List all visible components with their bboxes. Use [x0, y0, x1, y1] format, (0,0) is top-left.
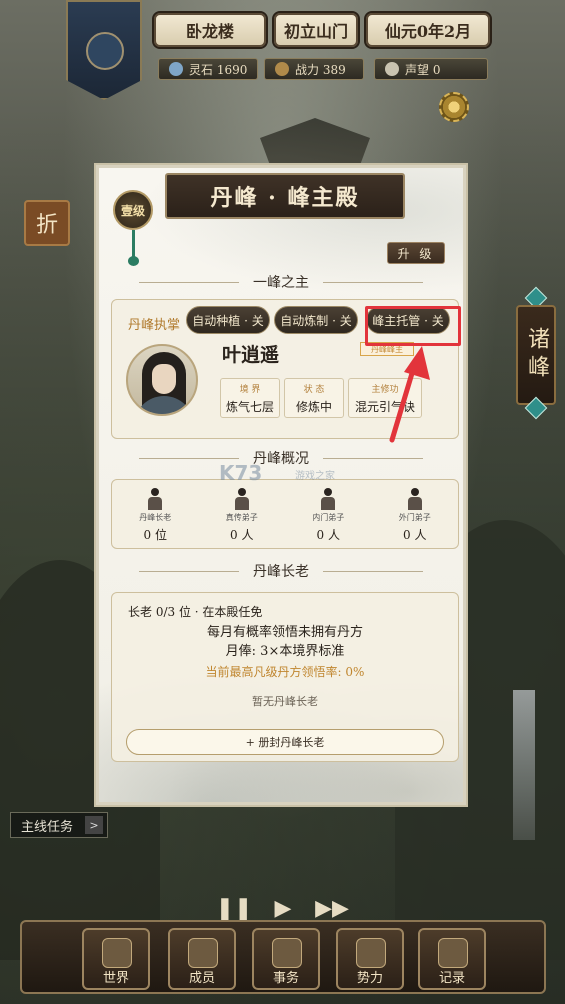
nav-world[interactable]: 世界 — [82, 928, 150, 990]
chevron-right-icon[interactable]: > — [85, 816, 103, 834]
nav-records[interactable]: 记录 — [418, 928, 486, 990]
leader-role-label: 丹峰执掌 — [128, 318, 181, 333]
overview-inner-disciples: 内门弟子 0 人 — [285, 480, 372, 548]
highlight-box — [365, 306, 461, 346]
spirit-stones-label: 灵石 1690 — [189, 62, 248, 77]
section-title-lord: 一峰之主 — [139, 272, 423, 292]
fast-forward-button[interactable]: ▶▶ — [312, 896, 352, 921]
overview-elders: 丹峰长老 0 位 — [112, 480, 199, 548]
section-title-overview: 丹峰概况 — [139, 448, 423, 468]
disciple-figure-icon — [319, 488, 337, 510]
elders-header: 长老 0/3 位 · 在本殿任免 — [128, 605, 263, 619]
stat-status: 状 态修炼中 — [284, 378, 344, 418]
sect-stage: 初立山门 — [274, 13, 358, 47]
sword-icon — [275, 62, 289, 76]
tassel-ornament — [128, 230, 139, 266]
peaks-button[interactable]: 诸峰 — [516, 305, 556, 405]
temple-roof — [260, 118, 370, 168]
stat-realm: 境 界炼气七层 — [220, 378, 280, 418]
sect-name: 卧龙楼 — [154, 13, 266, 47]
elders-desc-2: 月俸: 3×本境界标准 — [225, 644, 345, 659]
prestige-label: 声望 0 — [405, 62, 441, 77]
stat-technique: 主修功 混元引气诀 — [348, 378, 422, 418]
rank-badge: 壹级 — [113, 190, 153, 230]
prestige-counter: 声望 0 — [374, 58, 488, 80]
nav-affairs[interactable]: 事务 — [252, 928, 320, 990]
prestige-icon — [385, 62, 399, 76]
banner-icon — [356, 938, 386, 968]
settings-gear-icon[interactable] — [439, 92, 469, 122]
spirit-stone-icon — [169, 62, 183, 76]
peak-hall-dialog: 丹峰 · 峰主殿 壹级 升 级 一峰之主 丹峰执掌 自动种植 · 关 自动炼制 … — [96, 165, 466, 805]
pause-button[interactable]: ❚❚ — [216, 896, 253, 921]
overview-panel: 丹峰长老 0 位 真传弟子 0 人 内门弟子 0 人 外门弟子 0 人 — [111, 479, 459, 549]
main-quest-label: 主线任务 — [21, 819, 74, 835]
dialog-title: 丹峰 · 峰主殿 — [165, 173, 405, 219]
elders-rate: 当前最高凡级丹方领悟率: 0% — [205, 665, 365, 679]
elders-panel: 长老 0/3 位 · 在本殿任免 每月有概率领悟未拥有丹方 月俸: 3×本境界标… — [111, 592, 459, 762]
auto-refine-toggle[interactable]: 自动炼制 · 关 — [274, 306, 358, 334]
combat-power-label: 战力 389 — [295, 62, 346, 77]
scroll-icon — [272, 938, 302, 968]
nav-factions[interactable]: 势力 — [336, 928, 404, 990]
world-icon — [102, 938, 132, 968]
game-date: 仙元0年2月 — [366, 13, 490, 47]
section-title-elders: 丹峰长老 — [139, 561, 423, 581]
watermark-text: 游戏之家 — [295, 471, 335, 482]
elder-figure-icon — [146, 488, 164, 510]
play-button[interactable]: ▶ — [268, 896, 298, 921]
leader-avatar[interactable] — [126, 344, 198, 416]
book-icon — [438, 938, 468, 968]
spirit-stones-counter: 灵石 1690 — [158, 58, 258, 80]
disciple-figure-icon — [233, 488, 251, 510]
waterfall — [513, 690, 535, 840]
auto-plant-toggle[interactable]: 自动种植 · 关 — [186, 306, 270, 334]
appoint-elder-button[interactable]: + 册封丹峰长老 — [126, 729, 444, 755]
sect-banner[interactable] — [66, 0, 142, 100]
elders-empty: 暂无丹峰长老 — [252, 695, 318, 708]
upgrade-button[interactable]: 升 级 — [387, 242, 445, 264]
disciple-figure-icon — [406, 488, 424, 510]
members-icon — [188, 938, 218, 968]
combat-power-counter: 战力 389 — [264, 58, 364, 80]
overview-core-disciples: 真传弟子 0 人 — [199, 480, 286, 548]
bottom-nav: 世界 成员 事务 势力 记录 — [20, 920, 546, 994]
fold-button[interactable]: 折 — [24, 200, 70, 246]
leader-name: 叶逍遥 — [222, 344, 280, 366]
main-quest-button[interactable]: 主线任务 > — [10, 812, 108, 838]
overview-outer-disciples: 外门弟子 0 人 — [372, 480, 459, 548]
sect-emblem-icon — [86, 32, 124, 70]
nav-members[interactable]: 成员 — [168, 928, 236, 990]
watermark-logo: K73 — [219, 461, 263, 485]
elders-desc-1: 每月有概率领悟未拥有丹方 — [206, 625, 363, 640]
